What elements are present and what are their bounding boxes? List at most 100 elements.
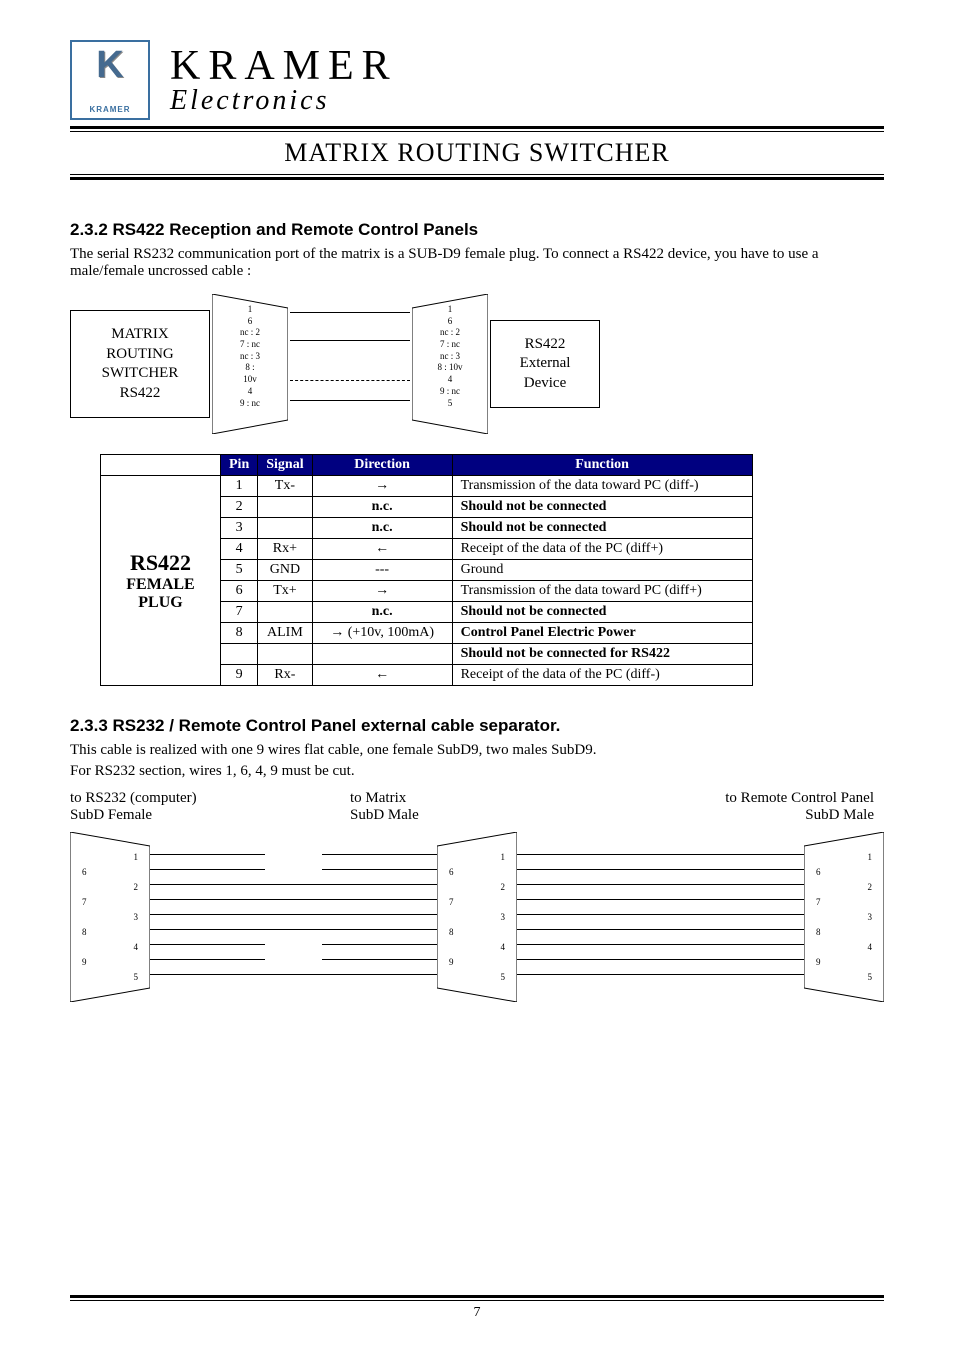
pin-number: 3: [449, 910, 505, 925]
th-signal: Signal: [258, 455, 312, 476]
pin-label: 5: [420, 398, 480, 410]
pin-number: 8: [449, 925, 505, 940]
brand-name: KRAMER: [170, 45, 398, 87]
section-232-heading: 2.3.2 RS422 Reception and Remote Control…: [70, 220, 884, 240]
pin-label: 7 : nc: [420, 339, 480, 351]
cell-signal: [258, 644, 312, 665]
pin-number: 6: [449, 865, 505, 880]
matrix-box: MATRIX ROUTING SWITCHER RS422: [70, 310, 210, 418]
cell-pin: 8: [221, 623, 258, 644]
cell-direction: n.c.: [312, 602, 452, 623]
logo: K KRAMER: [70, 40, 150, 120]
cell-direction: →: [312, 476, 452, 497]
cell-signal: [258, 518, 312, 539]
page-number: 7: [70, 1305, 884, 1321]
pin-label: 7 : nc: [220, 339, 280, 351]
pin-label: nc : 3: [220, 351, 280, 363]
cell-function: Transmission of the data toward PC (diff…: [452, 581, 752, 602]
cell-pin: 2: [221, 497, 258, 518]
cell-pin: [221, 644, 258, 665]
cable-gap: [290, 294, 410, 434]
cell-direction: ---: [312, 560, 452, 581]
pin-number: 1: [449, 850, 505, 865]
brand-text: KRAMER Electronics: [170, 45, 398, 115]
connector-right: 16nc : 27 : ncnc : 38 : 10v49 : nc5: [412, 294, 488, 434]
pin-label: 4: [220, 386, 280, 398]
document-header: K KRAMER KRAMER Electronics: [70, 40, 884, 120]
cell-function: Transmission of the data toward PC (diff…: [452, 476, 752, 497]
pin-label: 9 : nc: [420, 386, 480, 398]
pin-label: 6: [420, 316, 480, 328]
label-rs232: to RS232 (computer): [70, 790, 350, 807]
label-remote: to Remote Control Panel: [630, 790, 884, 807]
pin-number: 1: [816, 850, 872, 865]
th-function: Function: [452, 455, 752, 476]
cell-direction: ←: [312, 539, 452, 560]
pin-label: 9 : nc: [220, 398, 280, 410]
sub-female: SubD Female: [70, 807, 350, 824]
pin-number: 4: [82, 940, 138, 955]
cell-function: Receipt of the data of the PC (diff+): [452, 539, 752, 560]
pin-label: 6: [220, 316, 280, 328]
cable-separator-diagram: 162738495 162738495 162738495: [70, 832, 884, 1002]
footer-rule: [70, 1295, 884, 1301]
label-matrix: to Matrix: [350, 790, 630, 807]
row-label: RS422FEMALEPLUG: [101, 476, 221, 686]
pin-label: 4: [420, 374, 480, 386]
wires-right: [517, 832, 804, 1002]
cell-function: Should not be connected: [452, 602, 752, 623]
pin-number: 5: [816, 970, 872, 985]
pin-label: 1: [220, 304, 280, 316]
header-rule-bottom: [70, 174, 884, 180]
cell-direction: ←: [312, 665, 452, 686]
section-233-p1: This cable is realized with one 9 wires …: [70, 742, 884, 759]
sub-male1: SubD Male: [350, 807, 630, 824]
wires-left: [150, 832, 437, 1002]
pin-number: 7: [82, 895, 138, 910]
rs422-device-box: RS422 External Device: [490, 320, 600, 409]
pin-number: 4: [816, 940, 872, 955]
section-232-para: The serial RS232 communication port of t…: [70, 246, 884, 280]
cell-signal: Rx+: [258, 539, 312, 560]
cell-pin: 7: [221, 602, 258, 623]
pin-number: 6: [82, 865, 138, 880]
connector-male-right: 162738495: [804, 832, 884, 1002]
pin-number: 3: [816, 910, 872, 925]
pin-number: 7: [816, 895, 872, 910]
pin-number: 2: [82, 880, 138, 895]
pin-label: 1: [420, 304, 480, 316]
pin-number: 6: [816, 865, 872, 880]
header-rule-top: [70, 126, 884, 132]
cell-pin: 4: [221, 539, 258, 560]
connector-female: 162738495: [70, 832, 150, 1002]
cell-function: Control Panel Electric Power: [452, 623, 752, 644]
pin-number: 2: [816, 880, 872, 895]
pin-number: 2: [449, 880, 505, 895]
cell-direction: n.c.: [312, 518, 452, 539]
logo-subtext: KRAMER: [89, 105, 130, 114]
cell-pin: 5: [221, 560, 258, 581]
diag2-top-labels: to RS232 (computer) to Matrix to Remote …: [70, 790, 884, 807]
cell-function: Should not be connected: [452, 497, 752, 518]
cell-signal: Tx+: [258, 581, 312, 602]
cell-signal: ALIM: [258, 623, 312, 644]
cell-signal: Tx-: [258, 476, 312, 497]
cell-pin: 3: [221, 518, 258, 539]
page-title: MATRIX ROUTING SWITCHER: [70, 138, 884, 168]
pin-number: 8: [82, 925, 138, 940]
page-footer: 7: [70, 1295, 884, 1321]
pin-label: 10v: [220, 374, 280, 386]
pin-number: 5: [449, 970, 505, 985]
pin-number: 9: [816, 955, 872, 970]
logo-k-icon: K: [96, 46, 123, 84]
cell-direction: → (+10v, 100mA): [312, 623, 452, 644]
diag2-sub-labels: SubD Female SubD Male SubD Male: [70, 807, 884, 824]
cell-signal: [258, 497, 312, 518]
pin-label: 8 : 10v: [420, 362, 480, 374]
pin-number: 4: [449, 940, 505, 955]
cell-pin: 1: [221, 476, 258, 497]
pin-label: 8 :: [220, 362, 280, 374]
pin-number: 3: [82, 910, 138, 925]
pin-label: nc : 3: [420, 351, 480, 363]
th-pin: Pin: [221, 455, 258, 476]
